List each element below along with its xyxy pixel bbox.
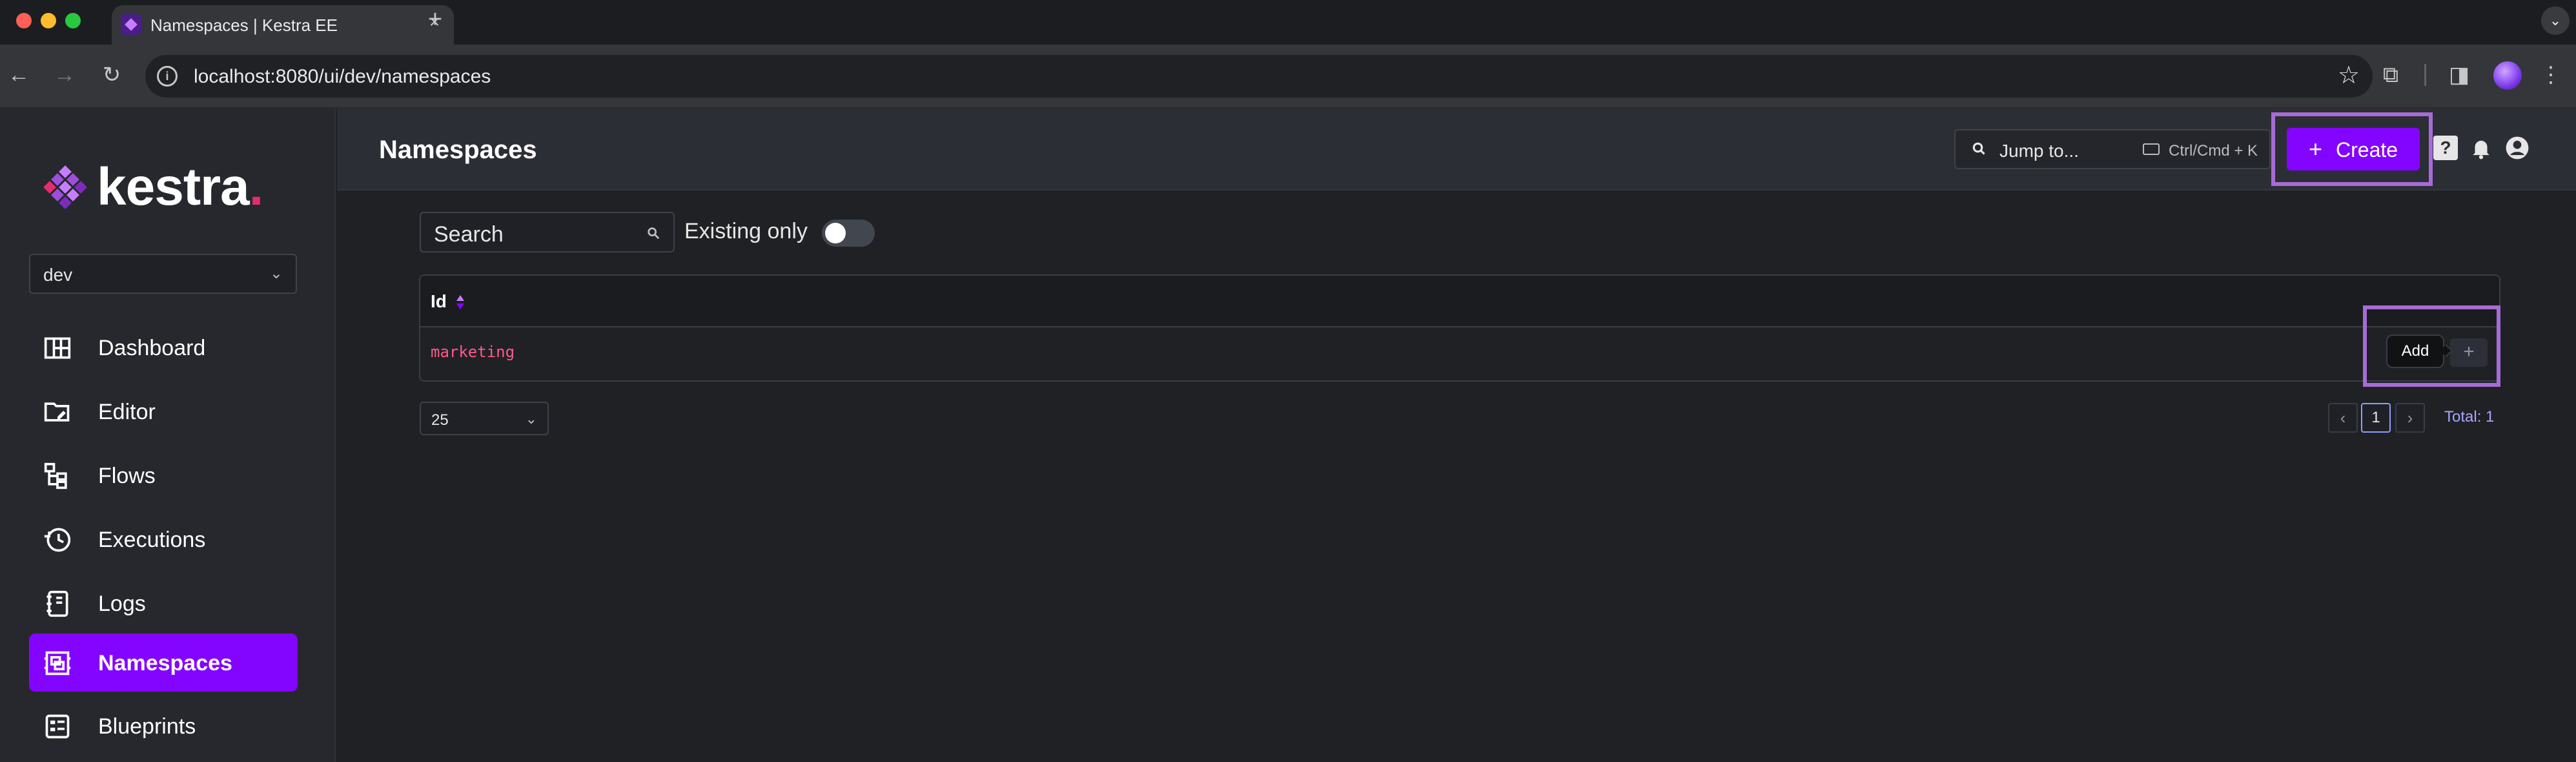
jump-shortcut: Ctrl/Cmd + K <box>2169 142 2258 160</box>
sidebar-item-label: Namespaces <box>98 651 232 675</box>
sidebar-item-blueprints[interactable]: Blueprints <box>29 697 298 755</box>
extensions-icon[interactable]: ⧉ <box>2376 60 2406 90</box>
tab-search-chevron-icon[interactable]: ⌄ <box>2541 6 2570 35</box>
namespaces-table: Id marketing <box>419 274 2500 382</box>
kestra-logo-icon <box>43 165 87 209</box>
next-page-button[interactable]: › <box>2395 403 2425 433</box>
kestra-logo[interactable]: kestra. <box>43 158 263 216</box>
help-icon[interactable]: ? <box>2433 136 2458 160</box>
sidebar-item-editor[interactable]: Editor <box>29 382 298 440</box>
folder-edit-icon <box>44 402 70 422</box>
notebook-icon <box>46 590 68 617</box>
jump-to-label: Jump to... <box>1999 141 2079 161</box>
profile-avatar[interactable] <box>2493 61 2522 90</box>
namespace-id-link[interactable]: marketing <box>431 343 515 361</box>
page-header: Namespaces Jump to... Ctrl/Cmd + K + Cre… <box>337 108 2576 190</box>
reload-icon[interactable]: ↻ <box>96 59 128 91</box>
bell-icon[interactable] <box>2469 136 2493 160</box>
site-info-icon[interactable]: i <box>157 66 178 87</box>
toolbar-divider <box>2424 64 2426 86</box>
back-arrow-icon[interactable]: ← <box>3 59 35 91</box>
table-header: Id <box>420 276 2499 327</box>
sidebar-item-flows[interactable]: Flows <box>29 446 298 504</box>
search-icon <box>1972 142 1985 155</box>
chevron-down-icon: ⌄ <box>525 411 537 427</box>
add-tooltip: Add <box>2386 335 2444 368</box>
kestra-favicon-icon <box>121 14 141 35</box>
create-button[interactable]: + Create <box>2287 128 2420 170</box>
sort-icon[interactable] <box>455 294 465 311</box>
app-sidebar: kestra. dev ⌄ Dashboard Editor Flows Exe… <box>0 108 336 762</box>
create-label: Create <box>2336 138 2398 161</box>
browser-toolbar: ← → ↻ i localhost:8080/ui/dev/namespaces… <box>0 45 2576 108</box>
blueprints-icon <box>45 714 70 739</box>
new-tab-icon[interactable]: + <box>422 6 448 32</box>
page-title: Namespaces <box>379 136 537 164</box>
sidebar-item-label: Logs <box>98 592 146 616</box>
history-icon <box>44 528 71 552</box>
existing-only-toggle[interactable] <box>822 220 875 247</box>
window-minimize-button[interactable] <box>41 13 56 28</box>
add-namespace-button[interactable]: + <box>2450 338 2488 367</box>
sidebar-item-label: Flows <box>98 464 156 488</box>
jump-to-search[interactable]: Jump to... Ctrl/Cmd + K <box>1954 129 2271 169</box>
column-header-id[interactable]: Id <box>431 291 447 312</box>
page-size-value: 25 <box>431 411 449 429</box>
sidebar-item-label: Blueprints <box>98 714 196 739</box>
page-number-button[interactable]: 1 <box>2361 403 2391 433</box>
more-menu-icon[interactable]: ⋮ <box>2536 60 2566 90</box>
prev-page-button[interactable]: ‹ <box>2328 403 2358 433</box>
search-input[interactable]: Search <box>420 212 675 252</box>
sidebar-item-label: Executions <box>98 528 206 552</box>
chevron-down-icon: ⌄ <box>269 265 283 282</box>
address-bar[interactable]: i localhost:8080/ui/dev/namespaces ☆ <box>145 55 2373 98</box>
existing-only-label: Existing only <box>684 219 808 243</box>
browser-tab-bar: Namespaces | Kestra EE × + ⌄ <box>0 0 2576 45</box>
user-account-icon[interactable] <box>2505 136 2530 160</box>
plus-icon: + <box>2309 136 2323 162</box>
dashboard-icon <box>44 337 71 359</box>
tenant-value: dev <box>43 265 73 285</box>
namespaces-icon <box>44 651 71 675</box>
logo-text: kestra. <box>97 158 263 216</box>
sidebar-item-label: Dashboard <box>98 336 206 360</box>
page-size-select[interactable]: 25 ⌄ <box>420 402 549 435</box>
search-placeholder: Search <box>434 222 504 247</box>
toggle-knob <box>825 223 846 243</box>
window-close-button[interactable] <box>16 13 32 28</box>
sidebar-item-dashboard[interactable]: Dashboard <box>29 318 298 376</box>
browser-tab[interactable]: Namespaces | Kestra EE × <box>112 5 454 45</box>
sidebar-item-namespaces[interactable]: Namespaces <box>29 633 298 692</box>
sidebar-item-logs[interactable]: Logs <box>29 574 298 632</box>
sidebar-item-executions[interactable]: Executions <box>29 510 298 568</box>
tenant-select[interactable]: dev ⌄ <box>29 254 297 294</box>
search-icon <box>648 227 660 240</box>
window-maximize-button[interactable] <box>65 13 81 28</box>
bookmark-star-icon[interactable]: ☆ <box>2338 63 2360 88</box>
side-panel-icon[interactable]: ◨ <box>2444 60 2474 90</box>
url-text[interactable]: localhost:8080/ui/dev/namespaces <box>194 66 491 88</box>
tab-title: Namespaces | Kestra EE <box>150 15 338 35</box>
total-count: Total: 1 <box>2444 408 2495 426</box>
create-highlight-box: + Create <box>2271 112 2433 186</box>
forward-arrow-icon[interactable]: → <box>48 59 81 91</box>
flows-icon <box>44 462 67 489</box>
keyboard-icon <box>2143 143 2160 155</box>
sidebar-item-label: Editor <box>98 400 156 424</box>
